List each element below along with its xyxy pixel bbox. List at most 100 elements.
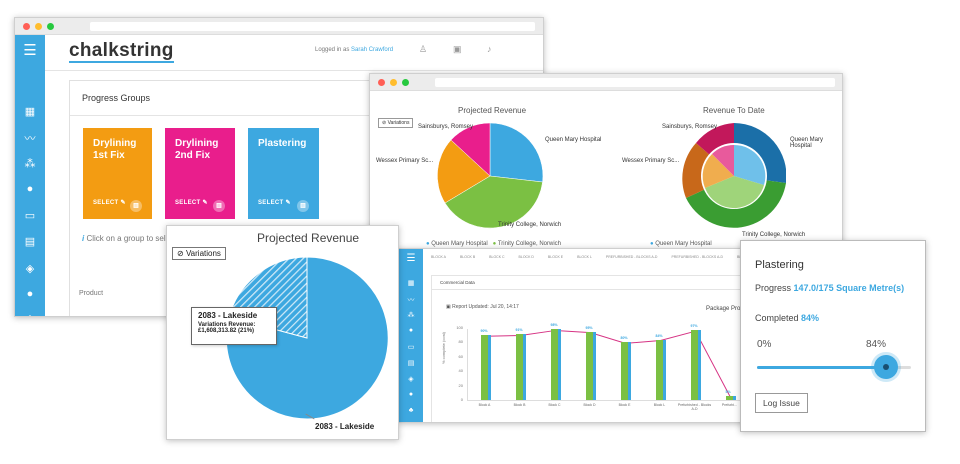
bar-value-label: 80% (620, 336, 628, 341)
minimize-dot[interactable] (35, 23, 42, 30)
log-issue-button[interactable]: Log Issue (755, 393, 808, 413)
variations-toggle[interactable]: ⊘ Variations (378, 118, 414, 128)
group-tile-plastering[interactable]: Plastering SELECT ✎ ▥ (248, 128, 319, 219)
projected-revenue-pie[interactable] (437, 123, 543, 229)
block-tab[interactable]: BLOCK A (431, 255, 446, 259)
block-tab[interactable]: BLOCK E (548, 255, 563, 259)
slider-thumb[interactable] (874, 355, 899, 379)
group-tile-drylining-1st-fix[interactable]: Drylining 1st Fix SELECT ✎ ▥ (83, 128, 152, 219)
circle-icon[interactable]: ● (401, 391, 421, 398)
pie-bottom-label: 2083 - Lakeside (315, 422, 375, 431)
document-icon[interactable]: ▤ (401, 359, 421, 367)
x-tick-label: Prefurbished - Blocks A-D (677, 403, 712, 411)
chart1-title: Projected Revenue (458, 106, 527, 115)
user-icon[interactable]: ● (401, 327, 421, 334)
tag-icon[interactable]: ◈ (401, 375, 421, 383)
chart2-title: Revenue To Date (703, 106, 765, 115)
minimize-dot[interactable] (390, 79, 397, 86)
address-bar[interactable] (90, 22, 535, 31)
bar-1[interactable] (515, 334, 523, 400)
bar-chart-plot[interactable]: 90% 91% 98% 95% 80% 84% 97% 5% (467, 323, 747, 401)
delete-icon[interactable]: ▥ (297, 200, 309, 212)
slider-fill (757, 366, 887, 369)
progress-value: 147.0/175 Square Metre(s) (793, 283, 905, 293)
chart-icon[interactable]: 〰 (20, 130, 40, 146)
y-tick-label: 40 (458, 368, 463, 374)
tag-icon[interactable]: ◈ (20, 262, 40, 275)
y-ticks: 100 80 60 40 20 0 (453, 325, 463, 405)
building-icon[interactable]: ▦ (401, 279, 421, 287)
progress-slider-track[interactable] (757, 355, 911, 379)
revenue-to-date-donut[interactable] (682, 123, 786, 229)
bar-2[interactable] (550, 329, 558, 400)
bar-overlay-1 (522, 334, 526, 400)
plastering-card: Plastering Progress 147.0/175 Square Met… (740, 240, 926, 432)
bar-value-label: 90% (480, 329, 488, 334)
user-profile-icon[interactable]: ♙ (419, 44, 427, 55)
bar-6[interactable] (690, 330, 698, 400)
titlebar (15, 18, 543, 35)
building-icon[interactable]: ▦ (20, 105, 40, 118)
cubes-icon[interactable]: ⁂ (20, 157, 40, 170)
bar-7[interactable] (725, 396, 733, 400)
monitor-icon[interactable]: ▭ (20, 209, 40, 222)
inbox-icon[interactable]: ▣ (453, 44, 462, 55)
group-icon[interactable]: ♣ (401, 407, 421, 414)
maximize-dot[interactable] (47, 23, 54, 30)
x-tick-label: Block E (618, 403, 631, 407)
y-tick-label: 60 (458, 353, 463, 359)
x-tick-label: Block D (583, 403, 596, 407)
bar-3[interactable] (585, 331, 593, 400)
delete-icon[interactable]: ▥ (213, 200, 225, 212)
revenue-window: Projected Revenue Revenue To Date ⊘ Vari… (369, 73, 843, 251)
group-tile-drylining-2nd-fix[interactable]: Drylining 2nd Fix SELECT ✎ ▥ (165, 128, 235, 219)
legend: ● Queen Mary Hospital ● Trinity College,… (426, 241, 561, 247)
user-icon[interactable]: ● (20, 183, 40, 195)
slice-queen-mary[interactable] (489, 123, 543, 183)
card-title: Plastering (755, 259, 804, 271)
y-tick-label: 0 (460, 397, 463, 402)
label-wessex: Wessex Primary Sc... (376, 158, 434, 164)
address-bar[interactable] (435, 78, 835, 87)
document-icon[interactable]: ▤ (20, 235, 40, 248)
block-tab[interactable]: BLOCK D (519, 255, 534, 259)
select-link[interactable]: SELECT ✎ (258, 197, 291, 209)
bar-0[interactable] (480, 335, 488, 400)
close-dot[interactable] (23, 23, 30, 30)
legend-dot: ● (492, 241, 497, 247)
chart-icon[interactable]: 〰 (401, 295, 421, 305)
bar-4[interactable] (620, 342, 628, 400)
menu-icon[interactable]: ☰ (20, 41, 40, 59)
group-icon[interactable]: ♣ (20, 313, 40, 316)
variations-toggle[interactable]: ⊘ Variations (172, 247, 226, 260)
delete-icon[interactable]: ▥ (130, 200, 142, 212)
block-tab[interactable]: PREFURBISHED - BLOCKS A-D (671, 255, 723, 259)
x-tick-label: Block B (513, 403, 526, 407)
select-link[interactable]: SELECT ✎ (175, 197, 208, 209)
x-tick-label: Block A (478, 403, 491, 407)
bar-value-label: 84% (655, 333, 663, 338)
calendar-icon: ▣ (446, 304, 451, 310)
select-link[interactable]: SELECT ✎ (93, 197, 126, 209)
user-link[interactable]: Sarah Crawford (351, 47, 393, 53)
bell-icon[interactable]: ♪ (487, 44, 492, 54)
legend-dot: ● (650, 241, 654, 247)
close-dot[interactable] (378, 79, 385, 86)
circle-icon[interactable]: ● (20, 288, 40, 300)
block-tab[interactable]: BLOCK L (577, 255, 592, 259)
slider-thumb-center (883, 364, 890, 370)
block-tab[interactable]: BLOCK C (489, 255, 504, 259)
monitor-icon[interactable]: ▭ (401, 343, 421, 351)
menu-icon[interactable]: ☰ (401, 253, 421, 264)
maximize-dot[interactable] (402, 79, 409, 86)
block-tab[interactable]: BLOCK B (460, 255, 475, 259)
cubes-icon[interactable]: ⁂ (401, 311, 421, 319)
package-label: Package Prog (706, 306, 744, 312)
x-tick-label: Block L (653, 403, 666, 407)
y-axis-label: % complete (cost) (441, 331, 446, 364)
bar-5[interactable] (655, 339, 663, 400)
label2-sainsburys: Sainsburys, Romsey (662, 124, 718, 130)
label-queen-mary: Queen Mary Hospital (545, 137, 602, 143)
block-tab[interactable]: PREFURBISHED - BLOCKS A-D (606, 255, 658, 259)
bar-overlay-6 (697, 330, 701, 400)
